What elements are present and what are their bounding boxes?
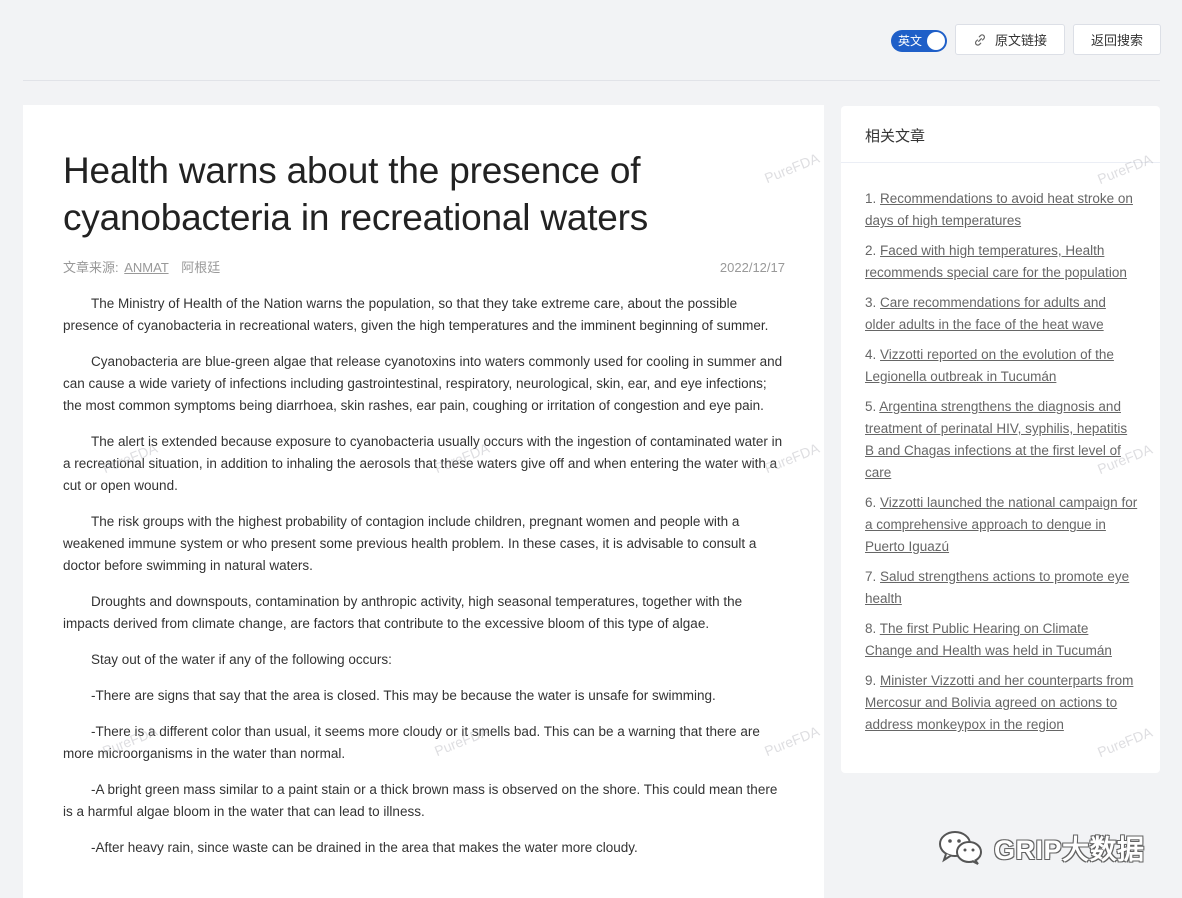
related-article-link[interactable]: Recommendations to avoid heat stroke on … (865, 191, 1133, 228)
item-number: 1. (865, 191, 877, 206)
article-meta: 文章来源: ANMAT 阿根廷 2022/12/17 (63, 260, 785, 276)
item-number: 5. (865, 399, 877, 414)
related-article-link[interactable]: Vizzotti launched the national campaign … (865, 495, 1137, 554)
toggle-knob (927, 32, 945, 50)
publish-date: 2022/12/17 (719, 260, 785, 275)
list-item: 3. Care recommendations for adults and o… (865, 292, 1138, 336)
article-paragraph: The alert is extended because exposure t… (63, 434, 783, 493)
article-paragraph: Cyanobacteria are blue-green algae that … (63, 354, 783, 413)
list-item: 2. Faced with high temperatures, Health … (865, 240, 1138, 284)
link-icon (975, 33, 985, 46)
related-article-link[interactable]: Salud strengthens actions to promote eye… (865, 569, 1129, 606)
related-articles-list: 1. Recommendations to avoid heat stroke … (841, 163, 1160, 748)
article-paragraph: -There is a different color than usual, … (63, 724, 760, 761)
list-item: 8. The first Public Hearing on Climate C… (865, 618, 1138, 662)
item-number: 7. (865, 569, 877, 584)
item-number: 2. (865, 243, 877, 258)
article-paragraph: Stay out of the water if any of the foll… (91, 652, 392, 667)
related-articles-heading: 相关文章 (841, 106, 1160, 163)
article-panel: Health warns about the presence of cyano… (23, 105, 824, 898)
item-number: 8. (865, 621, 877, 636)
related-article-link[interactable]: Vizzotti reported on the evolution of th… (865, 347, 1114, 384)
top-toolbar: 英文 原文链接 返回搜索 (0, 0, 1182, 80)
original-link-label: 原文链接 (994, 33, 1047, 48)
language-toggle[interactable]: 英文 (891, 30, 947, 52)
related-article-link[interactable]: Faced with high temperatures, Health rec… (865, 243, 1127, 280)
original-link-button[interactable]: 原文链接 (955, 24, 1065, 55)
list-item: 5. Argentina strengthens the diagnosis a… (865, 396, 1138, 484)
related-article-link[interactable]: Argentina strengthens the diagnosis and … (865, 399, 1127, 480)
country-label: 阿根廷 (181, 260, 221, 275)
list-item: 9. Minister Vizzotti and her counterpart… (865, 670, 1138, 736)
item-number: 4. (865, 347, 877, 362)
list-item: 6. Vizzotti launched the national campai… (865, 492, 1138, 558)
article-paragraph: -After heavy rain, since waste can be dr… (91, 840, 638, 855)
list-item: 1. Recommendations to avoid heat stroke … (865, 188, 1138, 232)
article-paragraph: -There are signs that say that the area … (91, 688, 716, 703)
language-toggle-label: 英文 (898, 34, 923, 48)
brand-text: GRIP大数据 (994, 835, 1145, 865)
source-label: 文章来源: (63, 260, 119, 275)
related-articles-panel: 相关文章 1. Recommendations to avoid heat st… (841, 106, 1160, 773)
source-link[interactable]: ANMAT (124, 260, 168, 275)
article-paragraph: The risk groups with the highest probabi… (63, 514, 757, 573)
item-number: 9. (865, 673, 877, 688)
article-paragraph: Droughts and downspouts, contamination b… (63, 594, 743, 631)
back-to-search-button[interactable]: 返回搜索 (1073, 24, 1161, 55)
article-title: Health warns about the presence of cyano… (63, 150, 649, 238)
related-article-link[interactable]: The first Public Hearing on Climate Chan… (865, 621, 1112, 658)
related-article-link[interactable]: Care recommendations for adults and olde… (865, 295, 1106, 332)
watermark: PureFDA (762, 149, 822, 187)
wechat-icon (939, 830, 982, 865)
list-item: 7. Salud strengthens actions to promote … (865, 566, 1138, 610)
list-item: 4. Vizzotti reported on the evolution of… (865, 344, 1138, 388)
item-number: 6. (865, 495, 877, 510)
article-paragraph: -A bright green mass similar to a paint … (63, 782, 778, 819)
article-body: The Ministry of Health of the Nation war… (63, 293, 785, 873)
header-divider (23, 80, 1160, 81)
related-article-link[interactable]: Minister Vizzotti and her counterparts f… (865, 673, 1133, 732)
brand-watermark: GRIP大数据 (938, 828, 1145, 867)
article-paragraph: The Ministry of Health of the Nation war… (63, 296, 769, 333)
back-to-search-label: 返回搜索 (1090, 33, 1143, 48)
item-number: 3. (865, 295, 877, 310)
